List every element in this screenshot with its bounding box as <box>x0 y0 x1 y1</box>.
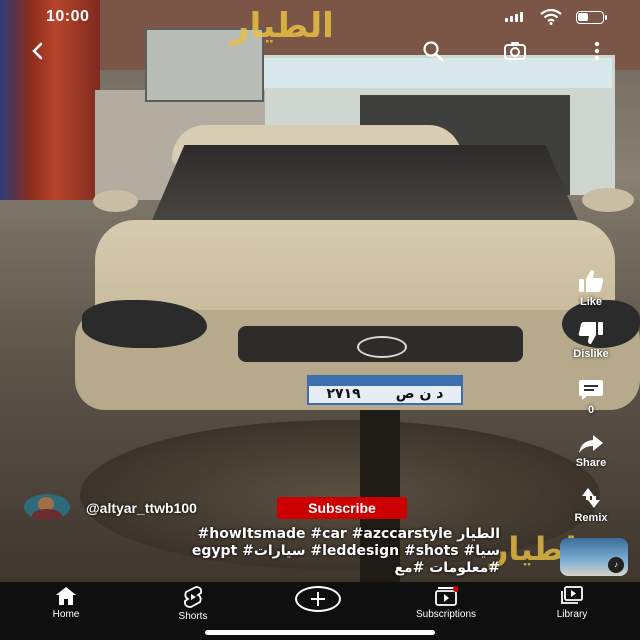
comment-icon <box>579 380 603 400</box>
channel-name[interactable]: @altyar_ttwb100 <box>86 500 197 516</box>
caption-line-1: الطيار howItsmade #car #azccarstyle# <box>197 526 501 542</box>
nav-library[interactable]: Library <box>522 586 622 620</box>
share-button[interactable]: Share <box>560 433 622 469</box>
nav-subscriptions[interactable]: Subscriptions <box>396 586 496 620</box>
status-time: 10:00 <box>46 8 90 25</box>
search-icon <box>423 41 444 62</box>
plus-icon <box>311 592 325 606</box>
like-label: Like <box>579 296 602 308</box>
plate-letters: د ن ص <box>395 386 444 402</box>
nav-home[interactable]: Home <box>16 586 116 620</box>
status-bar: 10:00 <box>0 0 640 34</box>
car-windshield <box>150 145 580 225</box>
license-plate: ٢٧١٩ د ن ص <box>307 375 463 405</box>
back-button[interactable] <box>25 38 51 64</box>
shorts-icon <box>183 586 203 608</box>
subscriptions-icon <box>435 586 458 606</box>
like-button[interactable]: Like <box>560 268 622 308</box>
home-icon <box>56 587 76 605</box>
thumbs-up-icon <box>579 270 604 292</box>
cellular-signal-icon <box>505 12 523 22</box>
remix-label: Remix <box>574 512 608 524</box>
subscribe-button[interactable]: Subscribe <box>277 497 407 519</box>
plate-number: ٢٧١٩ <box>326 386 361 402</box>
comments-button[interactable]: 0 <box>560 378 622 416</box>
library-icon <box>561 586 583 604</box>
more-options-button[interactable] <box>584 38 610 64</box>
car-headlight-left <box>82 300 207 348</box>
camera-button[interactable] <box>502 38 528 64</box>
home-indicator[interactable] <box>205 630 435 635</box>
create-button[interactable] <box>295 586 341 612</box>
battery-icon <box>576 11 607 24</box>
back-arrow-icon <box>32 42 43 60</box>
dislike-label: Dislike <box>573 348 609 360</box>
caption-line-2: egypt #سيارات #leddesign #shots #سيا <box>191 543 500 559</box>
remix-button[interactable]: Remix <box>560 486 622 524</box>
car-mirror-left <box>93 190 138 212</box>
sound-thumbnail[interactable]: ♪ <box>560 538 628 576</box>
channel-avatar[interactable] <box>24 494 70 520</box>
car-brand-logo <box>357 336 407 358</box>
wifi-icon <box>540 9 562 25</box>
more-vertical-icon <box>594 41 600 61</box>
video-player[interactable]: ٢٧١٩ د ن ص الطيار لطيار <box>0 0 640 582</box>
nav-shorts[interactable]: Shorts <box>143 586 243 622</box>
remix-icon <box>582 488 600 508</box>
share-arrow-icon <box>579 435 603 453</box>
share-label: Share <box>575 457 607 469</box>
video-caption[interactable]: الطيار howItsmade #car #azccarstyle# egy… <box>40 526 500 577</box>
nav-library-label: Library <box>556 609 588 620</box>
search-button[interactable] <box>420 38 446 64</box>
car-mirror-right <box>582 188 634 212</box>
nav-shorts-label: Shorts <box>178 611 208 622</box>
nav-subscriptions-label: Subscriptions <box>415 609 477 620</box>
thumbs-down-icon <box>578 322 603 344</box>
dislike-button[interactable]: Dislike <box>560 320 622 360</box>
comments-count: 0 <box>587 404 595 416</box>
caption-line-3: #معلومات #مع <box>394 560 500 576</box>
camera-icon <box>504 42 526 60</box>
music-note-icon: ♪ <box>608 557 624 573</box>
nav-home-label: Home <box>52 609 80 620</box>
